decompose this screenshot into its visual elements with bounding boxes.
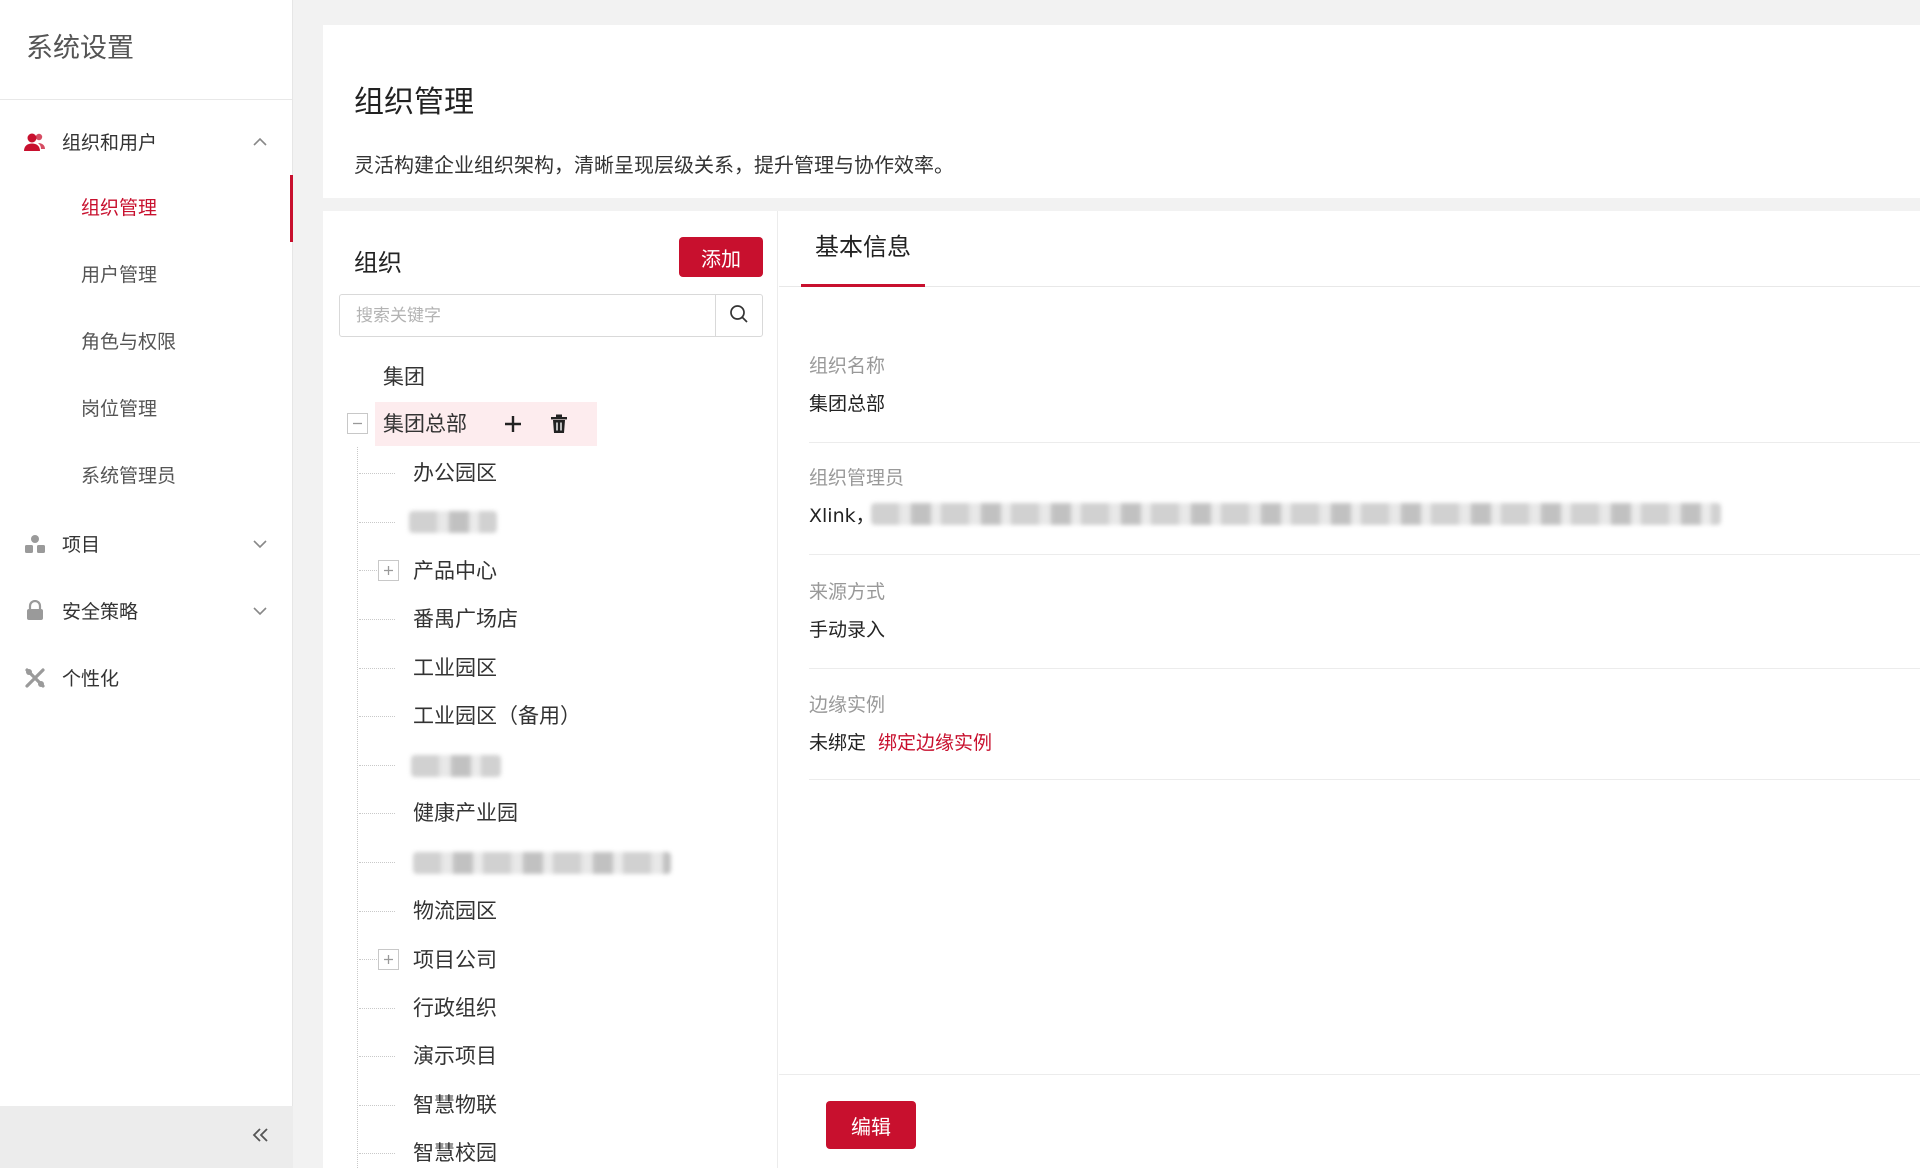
add-org-button[interactable]: 添加 <box>679 237 763 277</box>
expand-node-button[interactable] <box>378 949 399 970</box>
tree-node[interactable]: 物流园区 <box>413 889 497 933</box>
tree-node[interactable]: 演示项目 <box>413 1034 497 1078</box>
tree-connector <box>359 522 395 523</box>
users-icon <box>24 131 46 153</box>
expand-node-button[interactable] <box>378 560 399 581</box>
tree-connector <box>359 570 379 571</box>
tree-node-selected[interactable]: 集团总部 <box>375 402 597 446</box>
tree-node[interactable]: 智慧物联 <box>413 1083 497 1127</box>
edit-button[interactable]: 编辑 <box>826 1101 916 1149</box>
tree-node[interactable]: 番禺广场店 <box>413 597 518 641</box>
search-button[interactable] <box>715 295 762 336</box>
sidebar-group-security[interactable]: 安全策略 <box>0 577 292 644</box>
sidebar-collapse-button[interactable] <box>0 1106 293 1168</box>
field-label: 边缘实例 <box>809 694 886 716</box>
tree-connector <box>359 716 395 717</box>
sidebar-group-org-users[interactable]: 组织和用户 <box>0 108 292 175</box>
tree-node[interactable]: 健康产业园 <box>413 791 518 835</box>
tree-node[interactable]: 行政组织 <box>413 986 497 1030</box>
detail-panel: 基本信息 组织名称 集团总部 组织管理员 Xlink， 来源方式 手动录入 边缘… <box>779 211 1920 1168</box>
tree-node[interactable]: 工业园区 <box>413 646 497 690</box>
tree-node[interactable]: 办公园区 <box>413 451 497 495</box>
redacted-node-label[interactable] <box>409 511 497 533</box>
tree-node[interactable]: 项目公司 <box>413 938 497 982</box>
org-search <box>339 294 763 337</box>
minus-icon <box>352 414 363 433</box>
search-input[interactable] <box>340 295 715 336</box>
chevron-up-icon <box>252 134 268 150</box>
field-value-row: 未绑定 绑定边缘实例 <box>809 728 1920 755</box>
tree-node-label: 集团总部 <box>383 412 467 436</box>
search-icon <box>729 304 749 328</box>
tree-connector <box>359 862 395 863</box>
tree-guide-line <box>357 447 358 1168</box>
field-source: 来源方式 手动录入 <box>809 577 1920 669</box>
personalize-icon <box>24 667 46 689</box>
project-icon <box>24 533 46 555</box>
tree-node[interactable]: 工业园区（备用） <box>413 694 581 738</box>
field-org-admin: 组织管理员 Xlink， <box>809 463 1920 555</box>
detail-tabs: 基本信息 <box>779 211 1920 287</box>
sidebar-group-personalize[interactable]: 个性化 <box>0 644 292 711</box>
trash-icon[interactable] <box>545 410 573 438</box>
tree-connector <box>359 765 395 766</box>
plus-icon[interactable] <box>499 410 527 438</box>
tab-basic-info[interactable]: 基本信息 <box>801 211 925 287</box>
sidebar-item-roles-permissions[interactable]: 角色与权限 <box>0 309 292 376</box>
chevron-down-icon <box>252 536 268 552</box>
field-value: 集团总部 <box>809 393 886 415</box>
sidebar-group-label: 个性化 <box>62 668 120 690</box>
page-title: 组织管理 <box>354 85 474 120</box>
collapse-node-button[interactable] <box>347 413 368 434</box>
field-label: 来源方式 <box>809 581 886 603</box>
tree-node[interactable]: 智慧校园 <box>413 1131 497 1168</box>
tree-connector <box>359 1008 395 1009</box>
chevron-down-icon <box>252 603 268 619</box>
sidebar-group-label: 安全策略 <box>62 601 139 623</box>
field-value: 手动录入 <box>809 619 886 641</box>
sidebar-item-system-admins[interactable]: 系统管理员 <box>0 443 292 510</box>
tree-connector <box>359 619 395 620</box>
field-label: 组织管理员 <box>809 467 905 489</box>
lock-icon <box>24 600 46 622</box>
bind-edge-instance-link[interactable]: 绑定边缘实例 <box>878 732 992 754</box>
tree-connector <box>359 911 395 912</box>
page-header: 组织管理 灵活构建企业组织架构，清晰呈现层级关系，提升管理与协作效率。 <box>323 25 1920 198</box>
org-panel-title: 组织 <box>354 249 402 277</box>
main-content: 组织 添加 集团 集团总部 <box>323 211 1920 1168</box>
field-edge-instance: 边缘实例 未绑定 绑定边缘实例 <box>809 690 1920 780</box>
tree-node-root[interactable]: 集团 <box>383 355 425 399</box>
tree-connector <box>359 813 395 814</box>
redacted-node-label[interactable] <box>411 755 501 777</box>
sidebar-group-label: 组织和用户 <box>62 132 158 154</box>
double-chevron-left-icon <box>251 1127 269 1147</box>
sidebar-item-user-management[interactable]: 用户管理 <box>0 242 292 309</box>
tree-connector <box>359 473 395 474</box>
sidebar-title: 系统设置 <box>0 0 292 100</box>
plus-small-icon <box>383 950 394 969</box>
plus-small-icon <box>383 561 394 580</box>
detail-footer: 编辑 <box>779 1074 1920 1168</box>
tree-connector <box>359 1056 395 1057</box>
field-value-row: Xlink， <box>809 501 1920 528</box>
tree-node[interactable]: 产品中心 <box>413 549 497 593</box>
redacted-admin-list <box>871 503 1721 525</box>
sidebar-item-positions[interactable]: 岗位管理 <box>0 376 292 443</box>
org-panel: 组织 添加 集团 集团总部 <box>323 211 778 1168</box>
tree-connector <box>359 1153 395 1154</box>
field-org-name: 组织名称 集团总部 <box>809 351 1920 443</box>
field-label: 组织名称 <box>809 355 886 377</box>
sidebar-group-label: 项目 <box>62 534 101 556</box>
sidebar-item-org-management[interactable]: 组织管理 <box>0 175 293 242</box>
page-description: 灵活构建企业组织架构，清晰呈现层级关系，提升管理与协作效率。 <box>354 153 954 177</box>
tree-connector <box>359 1105 395 1106</box>
field-value: 未绑定 <box>809 732 867 754</box>
tree-connector <box>359 959 379 960</box>
redacted-node-label[interactable] <box>413 852 671 874</box>
field-value: Xlink， <box>809 505 875 527</box>
sidebar: 系统设置 组织和用户 组织管理 用户管理 角色与权限 岗位管理 系统管理员 项目… <box>0 0 293 1168</box>
sidebar-group-project[interactable]: 项目 <box>0 510 292 577</box>
tree-connector <box>359 668 395 669</box>
